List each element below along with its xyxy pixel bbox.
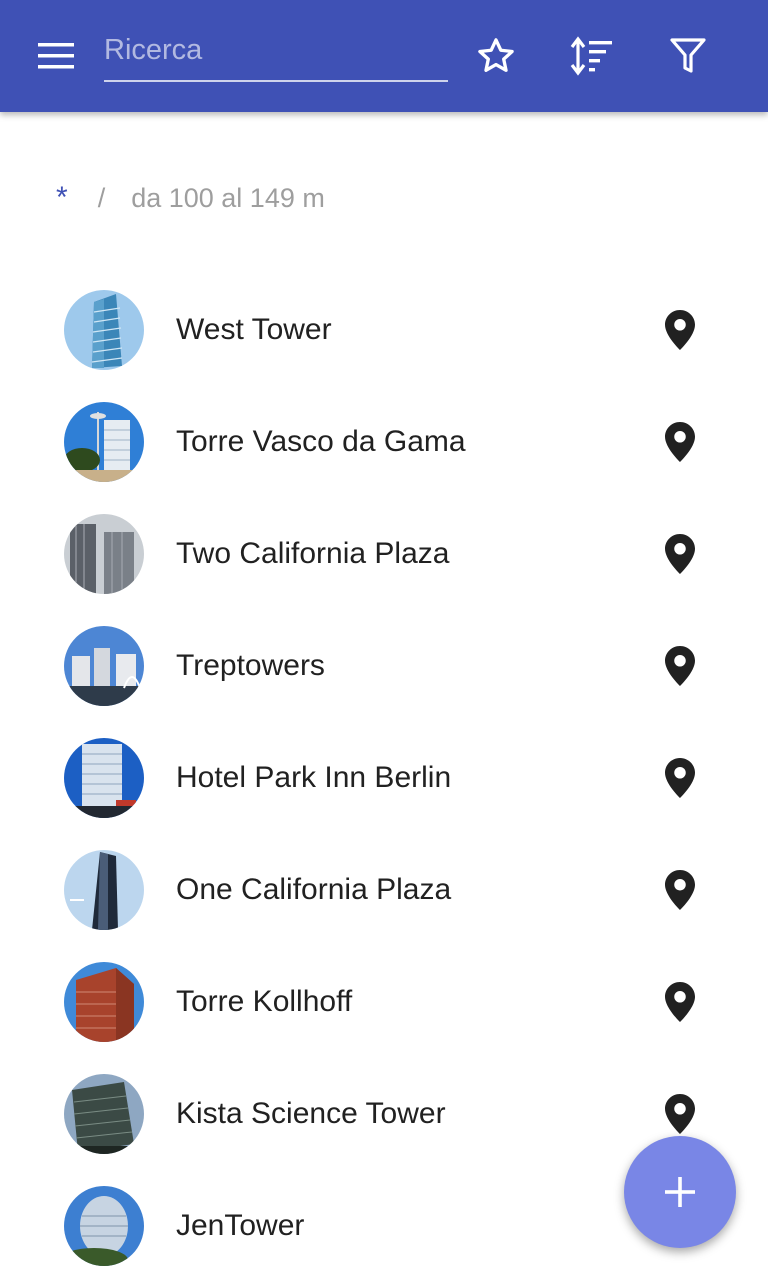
- map-marker-button[interactable]: [660, 420, 700, 464]
- map-marker-icon: [665, 534, 695, 574]
- building-thumbnail: [64, 290, 144, 370]
- breadcrumb-root[interactable]: *: [56, 181, 68, 215]
- map-marker-icon: [665, 1094, 695, 1134]
- building-name: Kista Science Tower: [176, 1097, 446, 1130]
- breadcrumb-separator: /: [97, 182, 106, 213]
- map-marker-button[interactable]: [660, 308, 700, 352]
- building-name: Hotel Park Inn Berlin: [176, 761, 452, 794]
- breadcrumb: * / da 100 al 149 m: [56, 176, 325, 220]
- menu-button[interactable]: [24, 32, 88, 80]
- building-thumbnail: [64, 1186, 144, 1266]
- list-item[interactable]: West Tower: [0, 274, 768, 386]
- building-thumbnail: [64, 1074, 144, 1154]
- map-marker-button[interactable]: [660, 532, 700, 576]
- map-marker-icon: [665, 310, 695, 350]
- building-thumbnail: [64, 738, 144, 818]
- building-name: West Tower: [176, 313, 332, 346]
- map-marker-icon: [665, 422, 695, 462]
- list-item[interactable]: Treptowers: [0, 610, 768, 722]
- building-list: West Tower Torre Vasco da Gama Two Calif…: [0, 274, 768, 1280]
- search-field: [104, 22, 448, 82]
- filter-button[interactable]: [660, 28, 716, 84]
- building-thumbnail: [64, 850, 144, 930]
- breadcrumb-current: da 100 al 149 m: [131, 182, 325, 213]
- menu-icon: [38, 43, 74, 69]
- search-input[interactable]: [104, 22, 448, 78]
- building-thumbnail: [64, 626, 144, 706]
- map-marker-icon: [665, 982, 695, 1022]
- building-name: Torre Kollhoff: [176, 985, 353, 1018]
- map-marker-icon: [665, 870, 695, 910]
- list-item[interactable]: Torre Vasco da Gama: [0, 386, 768, 498]
- star-outline-icon: [478, 38, 514, 72]
- map-marker-button[interactable]: [660, 868, 700, 912]
- list-item[interactable]: Torre Kollhoff: [0, 946, 768, 1058]
- sort-icon: [570, 36, 612, 76]
- building-name: Treptowers: [176, 649, 325, 682]
- app-bar: [0, 0, 768, 112]
- sort-button[interactable]: [564, 28, 620, 84]
- favorites-button[interactable]: [468, 28, 524, 84]
- map-marker-button[interactable]: [660, 644, 700, 688]
- map-marker-button[interactable]: [660, 980, 700, 1024]
- map-marker-icon: [665, 758, 695, 798]
- building-name: Torre Vasco da Gama: [176, 425, 466, 458]
- filter-icon: [670, 38, 706, 73]
- map-marker-button[interactable]: [660, 1092, 700, 1136]
- building-name: One California Plaza: [176, 873, 452, 906]
- plus-icon: [665, 1177, 695, 1207]
- building-name: Two California Plaza: [176, 537, 450, 570]
- map-marker-button[interactable]: [660, 756, 700, 800]
- list-item[interactable]: One California Plaza: [0, 834, 768, 946]
- map-marker-icon: [665, 646, 695, 686]
- add-building-button[interactable]: [624, 1136, 736, 1248]
- building-thumbnail: [64, 402, 144, 482]
- building-name: JenTower: [176, 1209, 305, 1242]
- list-item[interactable]: Hotel Park Inn Berlin: [0, 722, 768, 834]
- list-item[interactable]: Two California Plaza: [0, 498, 768, 610]
- building-thumbnail: [64, 962, 144, 1042]
- building-thumbnail: [64, 514, 144, 594]
